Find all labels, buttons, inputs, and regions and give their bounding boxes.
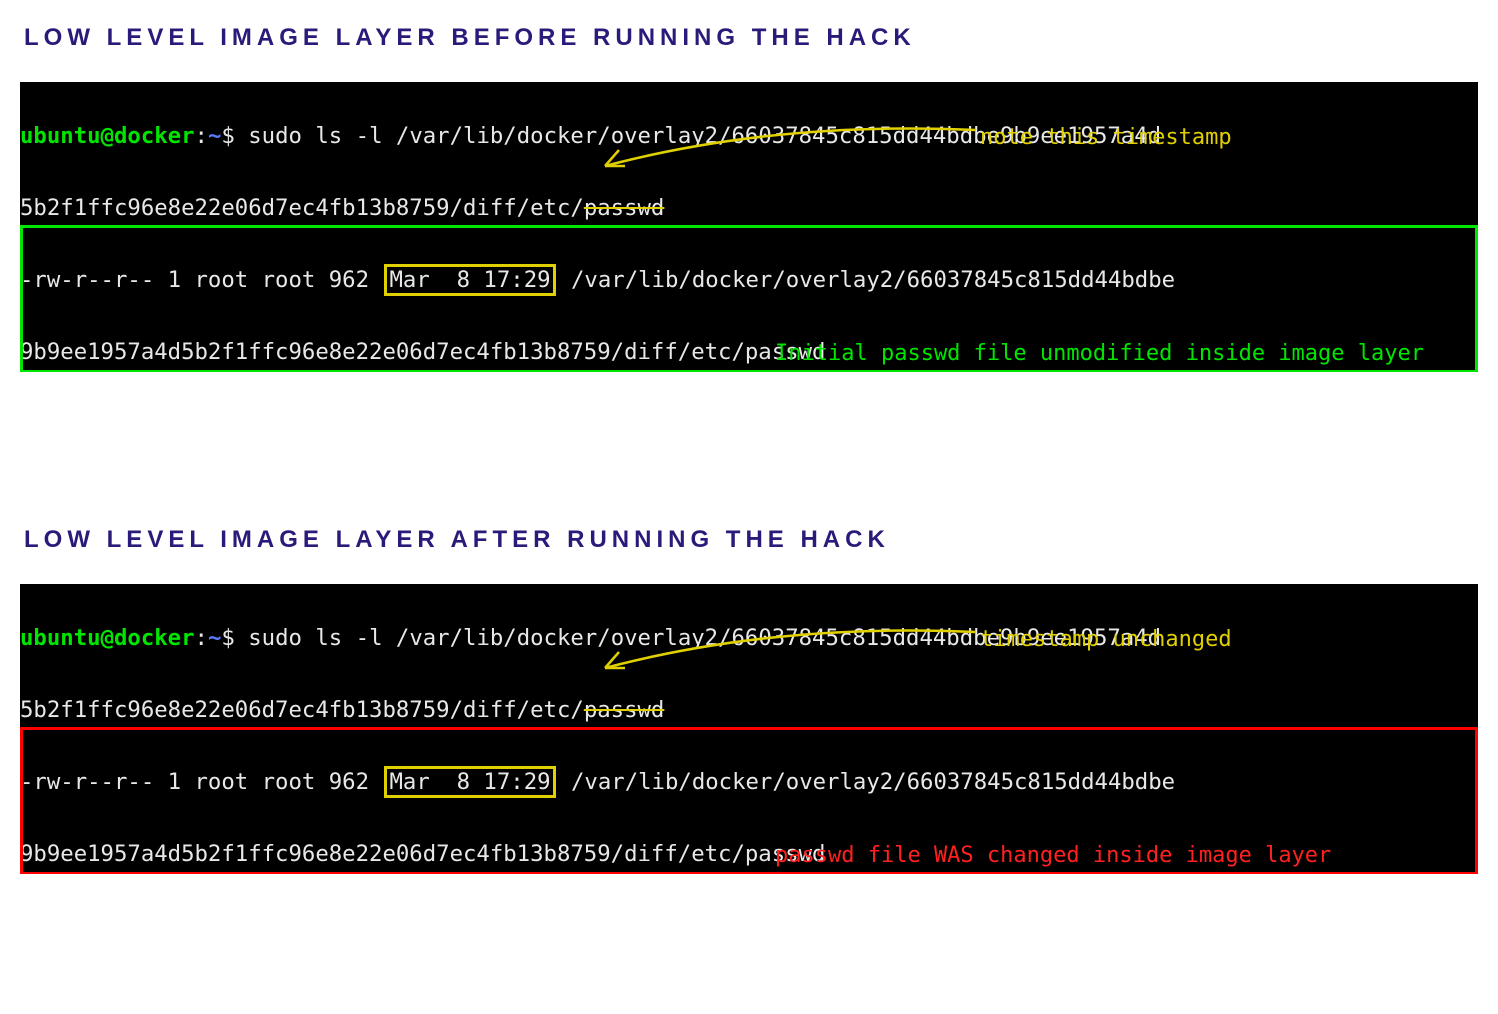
term-line: -rw-r--r-- 1 root root 962 Mar 8 17:29 /… bbox=[20, 764, 1478, 800]
term-line: ubuntu@docker:~$ sudo ls -l /var/lib/doc… bbox=[20, 118, 1478, 154]
cmd-text: 5b2f1ffc96e8e22e06d7ec4fb13b8759/diff/et… bbox=[20, 697, 584, 723]
term-line: 9b9ee1957a4d5b2f1ffc96e8e22e06d7ec4fb13b… bbox=[20, 334, 1478, 370]
section-heading-after: LOW LEVEL IMAGE LAYER AFTER RUNNING THE … bbox=[24, 526, 1478, 554]
term-line: 5b2f1ffc96e8e22e06d7ec4fb13b8759/diff/et… bbox=[20, 692, 1478, 728]
ls-path: /var/lib/docker/overlay2/66037845c815dd4… bbox=[571, 267, 1175, 293]
prompt-user: ubuntu@docker bbox=[20, 123, 195, 149]
prompt-sep: : bbox=[195, 625, 208, 651]
prompt-sep: : bbox=[195, 123, 208, 149]
ls-perms: -rw-r--r-- 1 root root 962 bbox=[20, 769, 369, 795]
cmd-text: sudo ls -l /var/lib/docker/overlay2/6603… bbox=[235, 123, 1161, 149]
prompt-dollar: $ bbox=[221, 625, 234, 651]
ls-path: 9b9ee1957a4d5b2f1ffc96e8e22e06d7ec4fb13b… bbox=[20, 339, 825, 365]
cmd-strikethrough: passwd bbox=[584, 195, 665, 221]
prompt-path: ~ bbox=[208, 123, 221, 149]
cmd-text: sudo ls -l /var/lib/docker/overlay2/6603… bbox=[235, 625, 1161, 651]
ls-perms: -rw-r--r-- 1 root root 962 bbox=[20, 267, 369, 293]
section-heading-before: LOW LEVEL IMAGE LAYER BEFORE RUNNING THE… bbox=[24, 24, 1478, 52]
prompt-dollar: $ bbox=[221, 123, 234, 149]
terminal-before: ubuntu@docker:~$ sudo ls -l /var/lib/doc… bbox=[20, 82, 1478, 372]
timestamp-highlight-box: Mar 8 17:29 bbox=[384, 264, 555, 296]
terminal-after: ubuntu@docker:~$ sudo ls -l /var/lib/doc… bbox=[20, 584, 1478, 874]
term-line: 5b2f1ffc96e8e22e06d7ec4fb13b8759/diff/et… bbox=[20, 190, 1478, 226]
term-line: -rw-r--r-- 1 root root 962 Mar 8 17:29 /… bbox=[20, 262, 1478, 298]
cmd-strikethrough: passwd bbox=[584, 697, 665, 723]
ls-path: 9b9ee1957a4d5b2f1ffc96e8e22e06d7ec4fb13b… bbox=[20, 841, 825, 867]
timestamp-highlight-box: Mar 8 17:29 bbox=[384, 766, 555, 798]
prompt-user: ubuntu@docker bbox=[20, 625, 195, 651]
cmd-text: 5b2f1ffc96e8e22e06d7ec4fb13b8759/diff/et… bbox=[20, 195, 584, 221]
term-line: ubuntu@docker:~$ sudo ls -l /var/lib/doc… bbox=[20, 620, 1478, 656]
term-line: 9b9ee1957a4d5b2f1ffc96e8e22e06d7ec4fb13b… bbox=[20, 836, 1478, 872]
ls-path: /var/lib/docker/overlay2/66037845c815dd4… bbox=[571, 769, 1175, 795]
prompt-path: ~ bbox=[208, 625, 221, 651]
